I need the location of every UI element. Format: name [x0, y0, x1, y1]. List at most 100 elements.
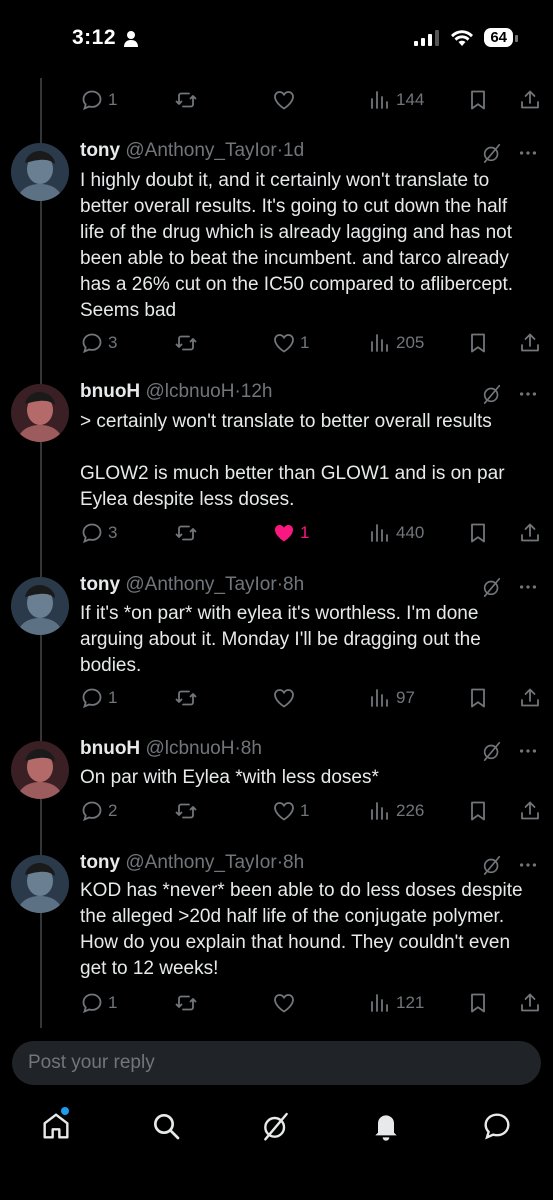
status-icons: 64	[414, 28, 518, 47]
views-icon	[368, 521, 392, 545]
author-handle[interactable]: @Anthony_TayIor	[125, 852, 276, 873]
reply-icon	[80, 686, 104, 710]
tweet-header-icons	[481, 383, 539, 405]
nav-grok[interactable]	[260, 1110, 292, 1142]
reply-button[interactable]: 3	[80, 331, 117, 355]
nav-home[interactable]	[40, 1107, 72, 1142]
author-name[interactable]: tony	[80, 574, 120, 595]
more-icon[interactable]	[517, 576, 539, 598]
like-button[interactable]	[272, 88, 300, 112]
repost-button[interactable]	[174, 799, 202, 823]
repost-button[interactable]	[174, 88, 202, 112]
search-icon	[154, 1114, 180, 1140]
share-button[interactable]	[518, 88, 542, 112]
author-handle[interactable]: @Anthony_TayIor	[125, 140, 276, 161]
author-name[interactable]: bnuoH	[80, 381, 140, 402]
repost-button[interactable]	[174, 686, 202, 710]
share-button[interactable]	[518, 331, 542, 355]
tweet-text: If it's *on par* with eylea it's worthle…	[80, 603, 487, 676]
bookmark-button[interactable]	[466, 331, 490, 355]
share-button[interactable]	[518, 991, 542, 1015]
avatar[interactable]	[11, 384, 69, 442]
battery-indicator: 64	[484, 28, 518, 47]
reply-button[interactable]: 3	[80, 521, 117, 545]
notifications-icon	[375, 1115, 397, 1141]
tweet-actions: 3 1 440	[80, 521, 540, 545]
grok-icon[interactable]	[481, 142, 503, 164]
nav-search[interactable]	[150, 1110, 182, 1142]
tweet-actions: 2 1 226	[80, 799, 540, 823]
bookmark-button[interactable]	[466, 521, 490, 545]
views-button[interactable]: 97	[368, 686, 415, 710]
author-handle[interactable]: @lcbnuoH	[145, 381, 234, 402]
reply-button[interactable]: 1	[80, 88, 117, 112]
bookmark-icon	[466, 331, 490, 355]
like-button[interactable]	[272, 686, 300, 710]
avatar[interactable]	[11, 143, 69, 201]
author-handle[interactable]: @lcbnuoH	[145, 738, 234, 759]
tweet-actions: 3 1 205	[80, 331, 540, 355]
grok-icon[interactable]	[481, 854, 503, 876]
repost-button[interactable]	[174, 521, 202, 545]
home-icon	[43, 1113, 69, 1139]
share-icon	[518, 521, 542, 545]
tweet-age: 8h	[283, 852, 305, 873]
author-handle[interactable]: @Anthony_TayIor	[125, 574, 276, 595]
like-button[interactable]	[272, 991, 300, 1015]
share-icon	[518, 686, 542, 710]
reply-placeholder: Post your reply	[28, 1052, 155, 1073]
grok-icon[interactable]	[481, 740, 503, 762]
tweet-text: On par with Eylea *with less doses*	[80, 767, 379, 788]
like-button[interactable]: 1	[272, 799, 309, 823]
nav-messages[interactable]	[481, 1110, 513, 1142]
author-name[interactable]: tony	[80, 852, 120, 873]
reply-button[interactable]: 2	[80, 799, 117, 823]
wifi-icon	[451, 29, 474, 46]
views-button[interactable]: 226	[368, 799, 424, 823]
bookmark-button[interactable]	[466, 686, 490, 710]
avatar[interactable]	[11, 855, 69, 913]
share-button[interactable]	[518, 686, 542, 710]
grok-icon[interactable]	[481, 576, 503, 598]
reply-icon	[80, 991, 104, 1015]
share-button[interactable]	[518, 521, 542, 545]
more-icon[interactable]	[517, 854, 539, 876]
bookmark-icon	[466, 686, 490, 710]
reply-icon	[80, 799, 104, 823]
views-button[interactable]: 121	[368, 991, 424, 1015]
more-icon[interactable]	[517, 740, 539, 762]
bookmark-button[interactable]	[466, 991, 490, 1015]
tweet-text: KOD has *never* been able to do less dos…	[80, 880, 528, 979]
cellular-signal-icon	[414, 29, 440, 46]
bookmark-button[interactable]	[466, 88, 490, 112]
heart-icon	[272, 331, 296, 355]
more-icon[interactable]	[517, 383, 539, 405]
reply-button[interactable]: 1	[80, 991, 117, 1015]
more-icon[interactable]	[517, 142, 539, 164]
views-icon	[368, 799, 392, 823]
heart-icon	[272, 799, 296, 823]
repost-button[interactable]	[174, 331, 202, 355]
tweet-header-icons	[481, 142, 539, 164]
like-button[interactable]: 1	[272, 521, 309, 545]
views-button[interactable]: 440	[368, 521, 424, 545]
avatar[interactable]	[11, 741, 69, 799]
share-button[interactable]	[518, 799, 542, 823]
views-button[interactable]: 144	[368, 88, 424, 112]
tweet-header-icons	[481, 576, 539, 598]
nav-notifications[interactable]	[370, 1110, 402, 1142]
repost-button[interactable]	[174, 991, 202, 1015]
avatar-image	[11, 855, 69, 913]
bookmark-button[interactable]	[466, 799, 490, 823]
grok-icon[interactable]	[481, 383, 503, 405]
reply-button[interactable]: 1	[80, 686, 117, 710]
tweet-age: 1d	[283, 140, 305, 161]
avatar[interactable]	[11, 577, 69, 635]
author-name[interactable]: tony	[80, 140, 120, 161]
like-button[interactable]: 1	[272, 331, 309, 355]
author-name[interactable]: bnuoH	[80, 738, 140, 759]
views-button[interactable]: 205	[368, 331, 424, 355]
reply-icon	[80, 331, 104, 355]
repost-icon	[174, 686, 198, 710]
tweet-header: tony @Anthony_TayIor·8h	[80, 852, 304, 874]
